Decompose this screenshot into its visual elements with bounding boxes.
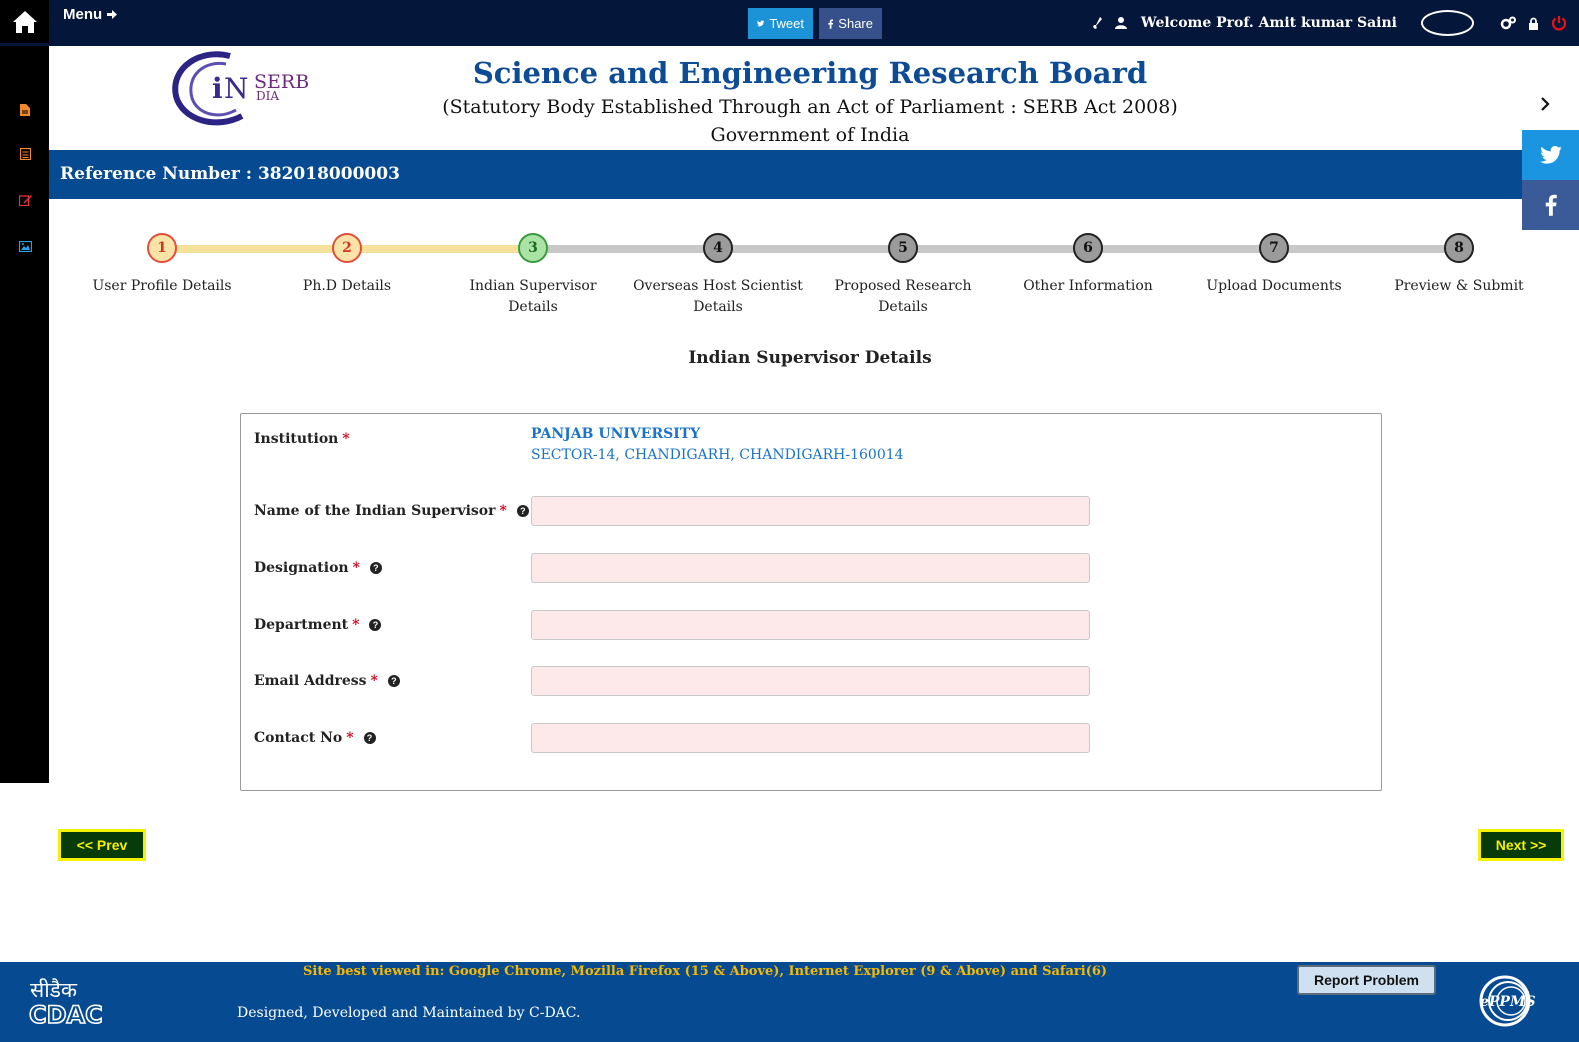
stepper-track-pending	[532, 245, 1459, 253]
cdac-logo: सीडैक CDAC	[26, 973, 106, 1030]
required-mark: *	[352, 617, 360, 633]
org-title: Science and Engineering Research Board	[472, 56, 1148, 90]
department-label: Department * ?	[254, 617, 382, 633]
institution-label: Institution *	[254, 431, 350, 447]
email-label-text: Email Address	[254, 673, 367, 689]
edit-icon[interactable]	[15, 191, 35, 209]
report-problem-button[interactable]: Report Problem	[1297, 965, 1436, 995]
supervisor-name-label-text: Name of the Indian Supervisor	[254, 503, 496, 519]
institution-label-text: Institution	[254, 431, 339, 447]
top-navbar: Menu Tweet Share Welcome Prof. Amit kuma…	[0, 0, 1579, 46]
supervisor-name-label: Name of the Indian Supervisor * ?	[254, 503, 529, 519]
svg-text:N: N	[224, 72, 249, 105]
step-1-circle[interactable]: 1	[147, 233, 177, 263]
step-3-label[interactable]: Indian Supervisor Details	[443, 276, 623, 318]
svg-text:CDAC: CDAC	[29, 1001, 103, 1027]
question-circle-icon[interactable]: ?	[369, 619, 382, 631]
step-6-circle[interactable]: 6	[1073, 233, 1103, 263]
required-mark: *	[352, 560, 360, 576]
step-4-circle[interactable]: 4	[703, 233, 733, 263]
tweet-button[interactable]: Tweet	[748, 8, 813, 39]
svg-text:सीडैक: सीडैक	[30, 978, 78, 1002]
cogs-icon[interactable]	[1500, 16, 1516, 30]
institution-name: PANJAB UNIVERSITY	[531, 426, 701, 442]
question-circle-icon[interactable]: ?	[387, 675, 400, 687]
contact-input[interactable]	[531, 723, 1090, 753]
required-mark: *	[342, 431, 350, 447]
twitter-icon	[757, 20, 765, 27]
home-button[interactable]	[0, 0, 49, 43]
required-mark: *	[499, 503, 507, 519]
question-circle-icon[interactable]: ?	[369, 562, 382, 574]
eppms-logo: ePPMS	[1472, 973, 1538, 1029]
step-7-label[interactable]: Upload Documents	[1184, 276, 1364, 297]
side-facebook-button[interactable]	[1522, 180, 1579, 230]
tweet-label: Tweet	[769, 16, 804, 31]
best-viewed-text: Site best viewed in: Google Chrome, Mozi…	[303, 964, 1108, 979]
step-5-circle[interactable]: 5	[888, 233, 918, 263]
welcome-text: Welcome Prof. Amit kumar Saini	[1140, 15, 1397, 31]
required-mark: *	[370, 673, 378, 689]
svg-text:i: i	[212, 72, 223, 105]
step-7-circle[interactable]: 7	[1259, 233, 1289, 263]
designation-input[interactable]	[531, 553, 1090, 583]
step-2-label[interactable]: Ph.D Details	[257, 276, 437, 297]
facebook-icon	[828, 18, 834, 29]
reference-number: Reference Number : 382018000003	[60, 164, 400, 184]
step-5-label[interactable]: Proposed Research Details	[813, 276, 993, 318]
side-twitter-button[interactable]	[1522, 130, 1579, 180]
supervisor-name-input[interactable]	[531, 496, 1090, 526]
sign-in-icon	[107, 10, 118, 19]
email-label: Email Address * ?	[254, 673, 400, 689]
home-icon	[12, 10, 37, 33]
step-8-circle[interactable]: 8	[1444, 233, 1474, 263]
left-sidebar	[0, 46, 49, 783]
designation-label: Designation * ?	[254, 560, 382, 576]
logo-text-dia: DIA	[256, 89, 279, 103]
step-1-label[interactable]: User Profile Details	[72, 276, 252, 297]
step-2-circle[interactable]: 2	[332, 233, 362, 263]
profile-toggle[interactable]	[1421, 10, 1474, 36]
menu-toggle[interactable]: Menu	[63, 6, 119, 23]
designed-by-text: Designed, Developed and Maintained by C-…	[237, 1005, 581, 1021]
org-subtitle: (Statutory Body Established Through an A…	[442, 96, 1178, 118]
document-icon[interactable]	[15, 101, 35, 119]
svg-text:ePPMS: ePPMS	[1480, 994, 1536, 1010]
contact-label-text: Contact No	[254, 730, 343, 746]
next-button[interactable]: Next >>	[1478, 829, 1564, 861]
power-icon[interactable]	[1551, 15, 1567, 31]
serb-logo: i N SERB DIA	[170, 50, 315, 126]
step-8-label[interactable]: Preview & Submit	[1369, 276, 1549, 297]
share-button[interactable]: Share	[819, 8, 882, 39]
share-label: Share	[838, 16, 873, 31]
step-6-label[interactable]: Other Information	[998, 276, 1178, 297]
user-toolbar: Welcome Prof. Amit kumar Saini	[1085, 0, 1579, 46]
wrench-icon[interactable]	[1091, 16, 1103, 30]
institution-address: SECTOR-14, CHANDIGARH, CHANDIGARH-160014	[531, 447, 904, 463]
question-circle-icon[interactable]: ?	[363, 732, 376, 744]
section-title: Indian Supervisor Details	[688, 348, 932, 368]
reference-bar: Reference Number : 382018000003	[49, 150, 1579, 199]
step-3-circle[interactable]: 3	[518, 233, 548, 263]
lock-icon[interactable]	[1528, 17, 1539, 30]
department-input[interactable]	[531, 610, 1090, 640]
department-label-text: Department	[254, 617, 349, 633]
question-circle-icon[interactable]: ?	[516, 505, 529, 517]
step-4-label[interactable]: Overseas Host Scientist Details	[628, 276, 808, 318]
chevron-right-icon[interactable]	[1538, 95, 1552, 117]
required-mark: *	[346, 730, 354, 746]
calculator-icon[interactable]	[15, 145, 35, 163]
image-icon[interactable]	[15, 237, 35, 255]
contact-label: Contact No * ?	[254, 730, 376, 746]
email-input[interactable]	[531, 666, 1090, 696]
twitter-icon	[1539, 146, 1562, 164]
designation-label-text: Designation	[254, 560, 349, 576]
menu-label: Menu	[63, 6, 103, 23]
prev-button[interactable]: << Prev	[58, 829, 146, 861]
org-government: Government of India	[710, 124, 910, 146]
facebook-icon	[1545, 194, 1557, 216]
user-icon	[1114, 16, 1127, 30]
